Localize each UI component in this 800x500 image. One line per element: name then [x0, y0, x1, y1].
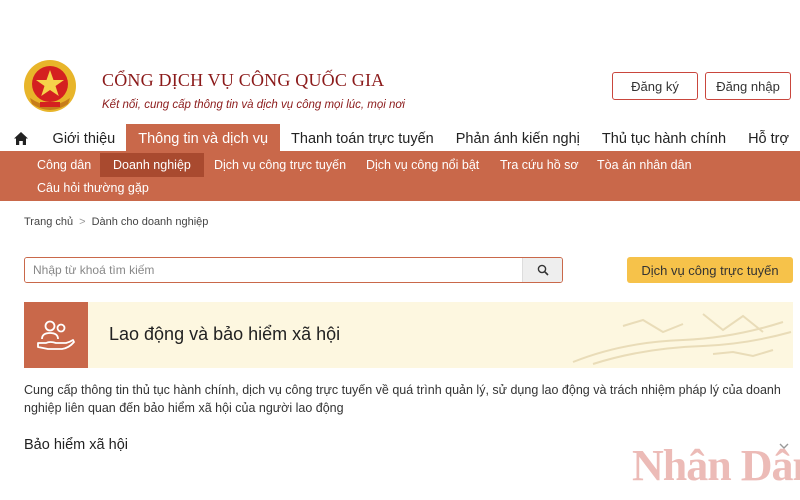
subnav-item-citizen[interactable]: Công dân — [37, 153, 91, 177]
breadcrumb: Trang chủ > Dành cho doanh nghiệp — [24, 216, 208, 228]
breadcrumb-home[interactable]: Trang chủ — [24, 216, 73, 228]
subnav-item-enterprise[interactable]: Doanh nghiệp — [100, 153, 204, 177]
site-header: CỔNG DỊCH VỤ CÔNG QUỐC GIA Kết nối, cung… — [0, 0, 800, 122]
drum-pattern-decoration — [563, 302, 793, 373]
section-title-social-insurance[interactable]: Bảo hiểm xã hội — [24, 437, 128, 453]
login-button[interactable]: Đăng nhập — [705, 72, 791, 100]
nav-item-introduction[interactable]: Giới thiệu — [42, 124, 127, 153]
nav-item-info-services[interactable]: Thông tin và dịch vụ — [126, 124, 281, 153]
search-icon — [537, 264, 549, 276]
nav-item-support[interactable]: Hỗ trợ — [737, 124, 800, 153]
hand-people-icon — [24, 302, 88, 368]
breadcrumb-current: Dành cho doanh nghiệp — [91, 216, 209, 228]
subnav-item-online-services[interactable]: Dịch vụ công trực tuyến — [214, 153, 346, 177]
search-button[interactable] — [522, 258, 562, 282]
breadcrumb-separator: > — [79, 216, 86, 228]
subnav-item-lookup-records[interactable]: Tra cứu hồ sơ — [500, 153, 579, 177]
sub-navigation: Công dân Doanh nghiệp Dịch vụ công trực … — [0, 151, 800, 201]
newspaper-watermark: Nhân Dân — [632, 441, 800, 490]
category-description: Cung cấp thông tin thủ tục hành chính, d… — [24, 383, 781, 415]
site-tagline: Kết nối, cung cấp thông tin và dịch vụ c… — [102, 99, 405, 111]
search-bar — [24, 257, 563, 283]
subnav-item-faq[interactable]: Câu hỏi thường gặp — [37, 176, 149, 200]
banner-title: Lao động và bảo hiểm xã hội — [109, 324, 341, 344]
nav-item-online-payment[interactable]: Thanh toán trực tuyến — [280, 124, 445, 153]
register-button[interactable]: Đăng ký — [612, 72, 698, 100]
home-icon[interactable] — [0, 124, 42, 153]
site-title[interactable]: CỔNG DỊCH VỤ CÔNG QUỐC GIA — [102, 70, 384, 91]
nav-item-administrative-procedures[interactable]: Thủ tục hành chính — [591, 124, 737, 153]
nav-item-feedback[interactable]: Phản ánh kiến nghị — [445, 124, 591, 153]
subnav-item-peoples-court[interactable]: Tòa án nhân dân — [597, 153, 692, 177]
national-emblem-icon[interactable] — [22, 58, 78, 114]
main-navigation: Giới thiệu Thông tin và dịch vụ Thanh to… — [0, 124, 800, 153]
online-services-button[interactable]: Dịch vụ công trực tuyến — [627, 257, 793, 283]
category-banner: Lao động và bảo hiểm xã hội — [24, 302, 793, 368]
search-input[interactable] — [25, 258, 522, 282]
subnav-item-featured-services[interactable]: Dịch vụ công nổi bật — [366, 153, 479, 177]
